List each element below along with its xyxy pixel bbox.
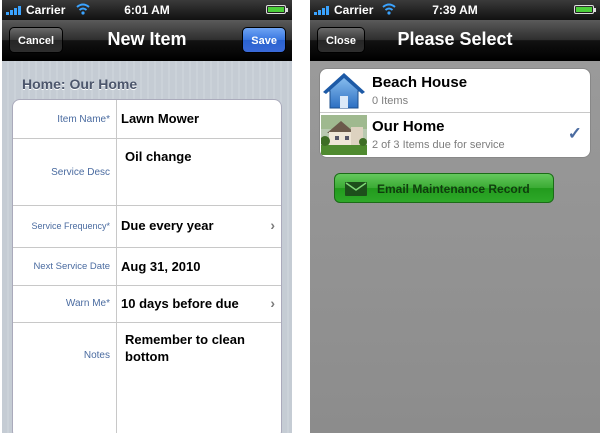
item-form: Item Name* Lawn Mower Service Desc Oil c… bbox=[12, 99, 282, 433]
item-name-row[interactable]: Item Name* Lawn Mower bbox=[13, 100, 281, 139]
field-label: Service Desc bbox=[13, 139, 117, 205]
field-label: Service Frequency* bbox=[13, 206, 117, 247]
house-icon bbox=[323, 73, 365, 109]
home-name: Our Home bbox=[372, 118, 445, 135]
home-subtitle: 0 Items bbox=[372, 95, 409, 107]
home-list: Beach House 0 Items Our Home 2 of 3 Item… bbox=[319, 68, 591, 158]
home-subtitle: 2 of 3 Items due for service bbox=[372, 139, 505, 151]
email-button-label: Email Maintenance Record bbox=[377, 182, 530, 196]
house-photo bbox=[321, 115, 367, 155]
save-button[interactable]: Save bbox=[242, 27, 286, 53]
list-item[interactable]: Beach House 0 Items bbox=[320, 69, 590, 113]
status-bar: Carrier 6:01 AM bbox=[2, 0, 292, 20]
field-label: Warn Me* bbox=[13, 286, 117, 322]
envelope-icon bbox=[345, 182, 367, 196]
checkmark-icon: ✓ bbox=[567, 124, 582, 143]
notes-field[interactable]: Remember to clean bottom bbox=[125, 331, 245, 365]
navigation-bar: Close Please Select bbox=[310, 20, 600, 61]
service-desc-row[interactable]: Service Desc Oil change bbox=[13, 139, 281, 206]
warn-me-value: 10 days before due bbox=[121, 296, 239, 311]
service-frequency-row[interactable]: Service Frequency* Due every year › bbox=[13, 206, 281, 248]
clock: 7:39 AM bbox=[432, 3, 478, 17]
chevron-right-icon: › bbox=[270, 217, 275, 233]
clock: 6:01 AM bbox=[124, 3, 170, 17]
new-item-screen: Carrier 6:01 AM Cancel New Item Save Hom… bbox=[2, 0, 292, 433]
battery-icon bbox=[266, 5, 288, 14]
notes-line: Remember to clean bbox=[125, 332, 245, 347]
list-item[interactable]: Our Home 2 of 3 Items due for service ✓ bbox=[320, 113, 590, 157]
please-select-screen: Carrier 7:39 AM Close Please Select Beac… bbox=[310, 0, 600, 433]
next-service-date-value: Aug 31, 2010 bbox=[121, 259, 201, 274]
home-name: Beach House bbox=[372, 74, 468, 91]
item-name-field[interactable]: Lawn Mower bbox=[121, 111, 199, 126]
notes-line: bottom bbox=[125, 349, 170, 364]
service-frequency-value: Due every year bbox=[121, 218, 214, 233]
battery-icon bbox=[574, 5, 596, 14]
field-label: Next Service Date bbox=[13, 248, 117, 285]
navigation-bar: Cancel New Item Save bbox=[2, 20, 292, 61]
service-desc-field[interactable]: Oil change bbox=[125, 149, 191, 164]
notes-row[interactable]: Notes Remember to clean bottom bbox=[13, 323, 281, 433]
warn-me-row[interactable]: Warn Me* 10 days before due › bbox=[13, 286, 281, 323]
field-label: Item Name* bbox=[13, 100, 117, 138]
status-bar: Carrier 7:39 AM bbox=[310, 0, 600, 20]
section-header: Home: Our Home bbox=[22, 76, 138, 92]
chevron-right-icon: › bbox=[270, 295, 275, 311]
field-label: Notes bbox=[13, 323, 117, 433]
page-title: Please Select bbox=[397, 29, 513, 49]
email-maintenance-record-button[interactable]: Email Maintenance Record bbox=[334, 173, 554, 203]
next-service-date-row[interactable]: Next Service Date Aug 31, 2010 bbox=[13, 248, 281, 286]
